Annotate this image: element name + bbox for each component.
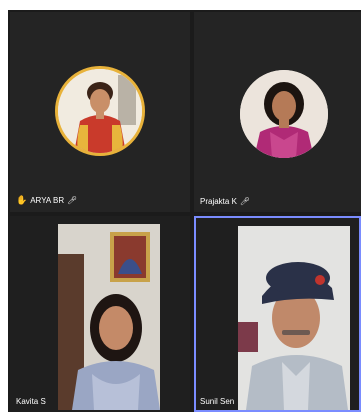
participant-tile-sunil[interactable]: Sunil Sen (194, 216, 361, 412)
participant-name: Sunil Sen (200, 397, 235, 406)
participant-video (238, 226, 350, 410)
participant-tile-kavita[interactable]: Kavita S (10, 216, 190, 412)
video-feed (238, 226, 350, 410)
participant-avatar (240, 70, 328, 158)
video-feed (58, 224, 160, 410)
participant-name-bar: Sunil Sen (200, 397, 234, 406)
participant-tile-arya[interactable]: ✋ ARYA BR 🎤︎ (10, 12, 190, 212)
raised-hand-icon: ✋ (16, 195, 28, 205)
mic-muted-icon: 🎤︎ (67, 196, 78, 205)
avatar-portrait (240, 70, 328, 158)
participant-avatar (55, 66, 145, 156)
participant-tile-prajakta[interactable]: Prajakta K 🎤︎ (194, 12, 361, 212)
participant-name-bar: Prajakta K 🎤︎ (200, 197, 250, 206)
meeting-gallery-grid: ✋ ARYA BR 🎤︎ Prajakta K 🎤︎ Kavita S Suni… (8, 10, 361, 412)
participant-video (58, 224, 160, 410)
participant-name: Kavita S (16, 397, 46, 406)
participant-name-bar: Kavita S (16, 397, 46, 406)
avatar-portrait (58, 69, 142, 153)
participant-name-bar: ✋ ARYA BR 🎤︎ (16, 195, 77, 206)
mic-muted-icon: 🎤︎ (239, 197, 251, 206)
participant-name: Prajakta K (200, 197, 237, 206)
participant-name: ARYA BR (30, 196, 65, 205)
